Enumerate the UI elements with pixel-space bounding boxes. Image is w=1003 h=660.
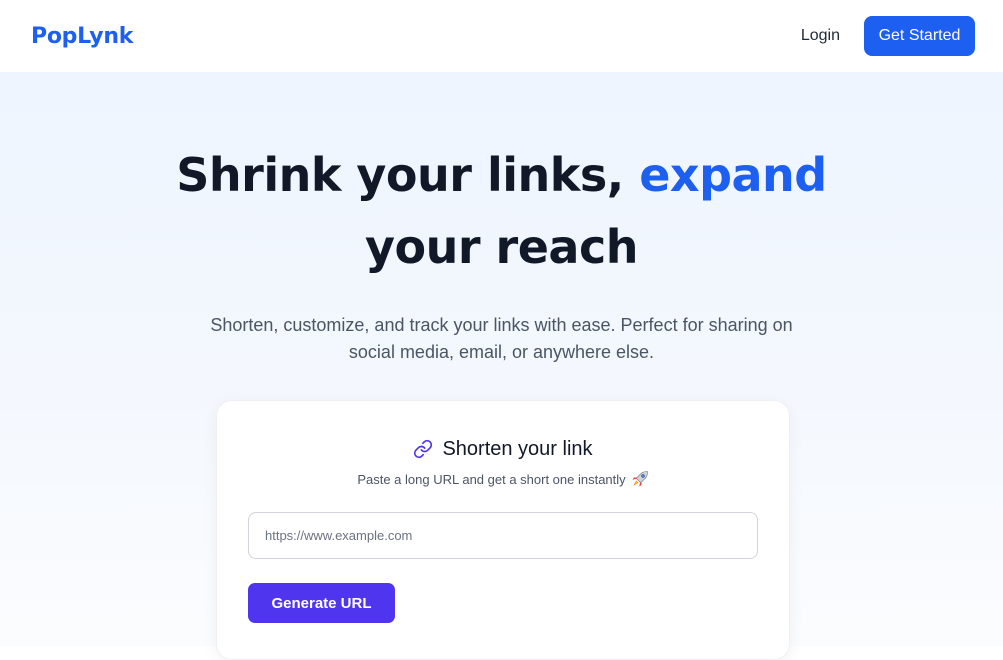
card-title-row: Shorten your link xyxy=(217,437,789,461)
card-subtitle: Paste a long URL and get a short one ins… xyxy=(357,471,626,487)
link-icon xyxy=(413,439,433,459)
url-input[interactable] xyxy=(248,512,758,559)
hero-section: Shrink your links, expand your reach Sho… xyxy=(0,72,1003,660)
nav-actions: Login Get Started xyxy=(801,16,975,56)
navbar: PopLynk Login Get Started xyxy=(0,0,1003,72)
get-started-button[interactable]: Get Started xyxy=(864,16,975,56)
headline-accent-word: expand xyxy=(639,148,827,202)
headline-text-end: your reach xyxy=(365,220,638,274)
hero-headline: Shrink your links, expand your reach xyxy=(122,139,882,283)
headline-text-start: Shrink your links, xyxy=(176,148,640,202)
brand-logo[interactable]: PopLynk xyxy=(31,24,133,49)
rocket-icon xyxy=(631,470,649,488)
generate-url-button[interactable]: Generate URL xyxy=(248,583,395,623)
card-subtitle-row: Paste a long URL and get a short one ins… xyxy=(217,470,789,488)
card-title: Shorten your link xyxy=(442,437,593,460)
hero-subtitle: Shorten, customize, and track your links… xyxy=(210,315,793,362)
login-link[interactable]: Login xyxy=(801,27,840,45)
shorten-link-card: Shorten your link Paste a long URL and g… xyxy=(216,400,790,660)
